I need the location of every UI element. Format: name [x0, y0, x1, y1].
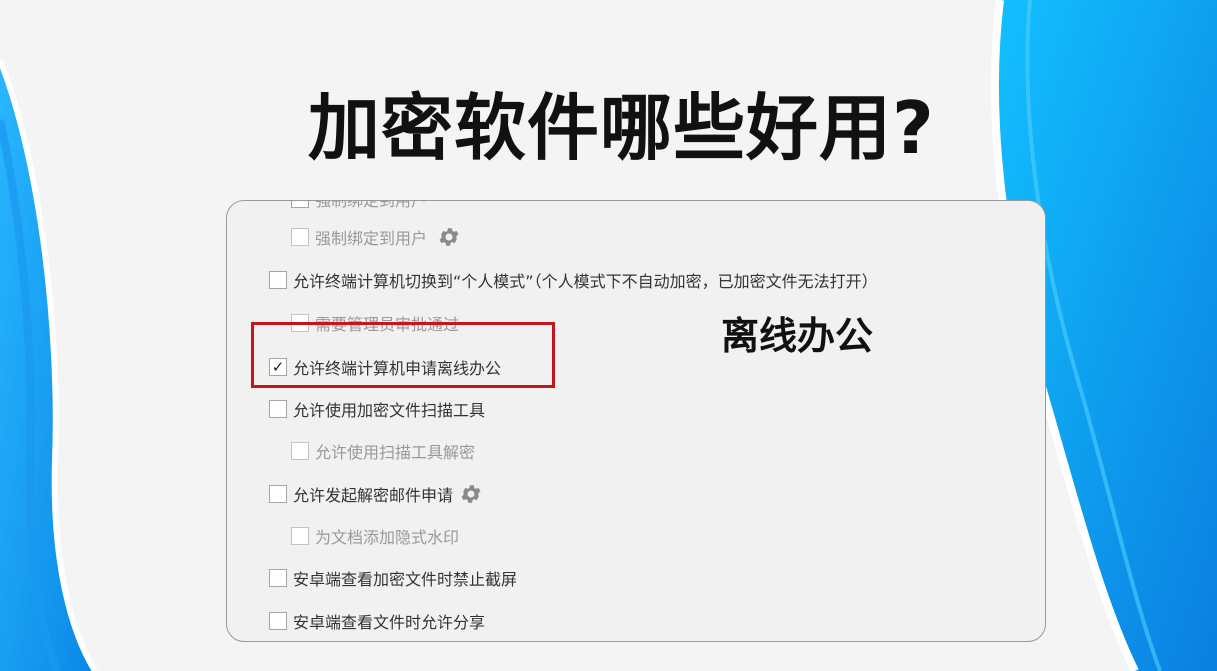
setting-label: 强制绑定到用户	[315, 229, 428, 248]
setting-label: 安卓端查看加密文件时禁止截屏	[293, 570, 518, 589]
page-title: 加密软件哪些好用?	[308, 86, 935, 170]
setting-label: 允许使用扫描工具解密	[315, 443, 476, 462]
checkbox[interactable]	[291, 442, 309, 460]
highlight-box	[251, 322, 555, 388]
setting-label: 安卓端查看文件时允许分享	[293, 613, 486, 632]
setting-label: 允许发起解密邮件申请	[293, 486, 454, 505]
checkbox[interactable]	[269, 271, 287, 289]
setting-personal-mode[interactable]: 允许终端计算机切换到“个人模式”（个人模式下不自动加密，已加密文件无法打开）	[269, 267, 878, 293]
setting-label: 为文档添加隐式水印	[315, 528, 460, 547]
checkbox[interactable]	[291, 201, 309, 208]
checkbox[interactable]	[269, 569, 287, 587]
clipped-setting-row: 强制绑定到用户	[291, 200, 428, 211]
setting-force-bind-user[interactable]: 强制绑定到用户	[291, 224, 461, 250]
gear-icon[interactable]	[459, 482, 483, 506]
checkbox[interactable]	[269, 612, 287, 630]
checkbox[interactable]	[269, 400, 287, 418]
setting-scan-decrypt[interactable]: 允许使用扫描工具解密	[291, 438, 475, 464]
setting-android-allow-share[interactable]: 安卓端查看文件时允许分享	[269, 608, 485, 634]
checkbox[interactable]	[269, 485, 287, 503]
checkbox[interactable]	[291, 527, 309, 545]
setting-android-no-screenshot[interactable]: 安卓端查看加密文件时禁止截屏	[269, 565, 517, 591]
settings-panel: 强制绑定到用户 强制绑定到用户 允许终端计算机切换到“个人模式”（个人模式下不自…	[226, 200, 1046, 642]
setting-label: 强制绑定到用户	[315, 200, 428, 210]
setting-decrypt-email[interactable]: 允许发起解密邮件申请	[269, 481, 483, 507]
checkbox[interactable]	[291, 228, 309, 246]
setting-label: 允许终端计算机切换到“个人模式”（个人模式下不自动加密，已加密文件无法打开）	[293, 272, 878, 291]
gear-icon[interactable]	[437, 225, 461, 249]
setting-label: 允许使用加密文件扫描工具	[293, 401, 486, 420]
setting-hidden-watermark[interactable]: 为文档添加隐式水印	[291, 523, 459, 549]
setting-scan-tool[interactable]: 允许使用加密文件扫描工具	[269, 396, 485, 422]
callout-label: 离线办公	[721, 314, 874, 358]
